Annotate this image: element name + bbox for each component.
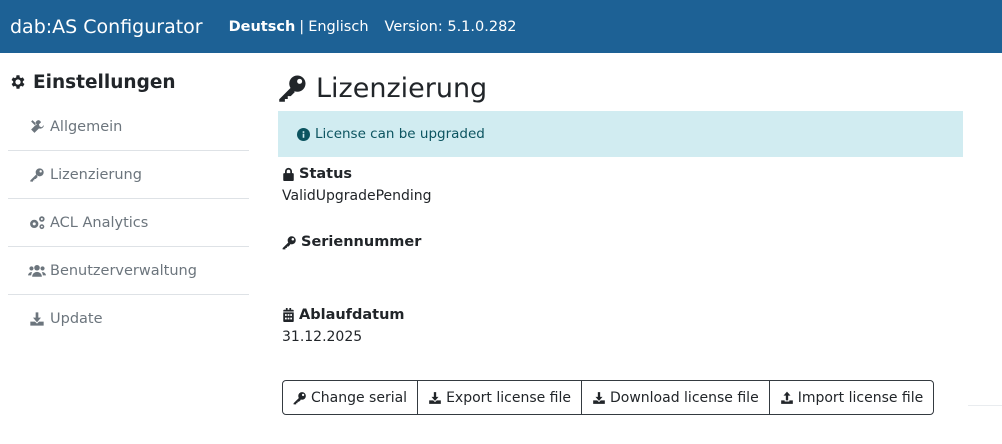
download-license-button[interactable]: Download license file xyxy=(582,381,770,414)
sidebar-title: Einstellungen xyxy=(8,68,249,96)
sidebar-item-label: Allgemein xyxy=(50,118,123,135)
status-value: ValidUpgradePending xyxy=(282,188,432,204)
expiry-value: 31.12.2025 xyxy=(282,329,363,345)
info-icon xyxy=(297,127,310,141)
sidebar-item-label: Benutzerverwaltung xyxy=(50,262,197,279)
top-navbar: dab:AS Configurator Deutsch | Englisch V… xyxy=(0,0,1002,53)
sidebar-item-label: ACL Analytics xyxy=(50,214,149,231)
sidebar-item-lizenzierung[interactable]: Lizenzierung xyxy=(8,151,249,199)
download-icon xyxy=(593,391,605,404)
import-license-button[interactable]: Import license file xyxy=(769,381,934,414)
sidebar-item-allgemein[interactable]: Allgemein xyxy=(8,103,249,151)
sidebar-item-benutzerverwaltung[interactable]: Benutzerverwaltung xyxy=(8,247,249,295)
sidebar: Einstellungen Allgemein Lizenzierung ACL… xyxy=(8,68,249,343)
lang-deutsch-link[interactable]: Deutsch xyxy=(229,19,296,35)
cogs-icon xyxy=(28,214,46,232)
page-title: Lizenzierung xyxy=(278,68,968,108)
download-icon xyxy=(28,310,46,328)
license-alert: License can be upgraded xyxy=(278,111,963,157)
serial-value xyxy=(282,256,968,276)
download-icon xyxy=(429,391,441,404)
key-icon xyxy=(279,75,306,102)
calendar-icon xyxy=(283,308,294,322)
expiry-label: Ablaufdatum xyxy=(282,305,968,325)
export-license-button[interactable]: Export license file xyxy=(418,381,582,414)
divider xyxy=(968,405,1002,406)
sidebar-item-update[interactable]: Update xyxy=(8,295,249,343)
status-field: Status ValidUpgradePending xyxy=(282,164,968,208)
key-icon xyxy=(293,391,306,404)
users-icon xyxy=(28,262,46,280)
status-label: Status xyxy=(282,164,968,184)
change-serial-button[interactable]: Change serial xyxy=(283,381,419,414)
app-brand[interactable]: dab:AS Configurator xyxy=(10,16,203,38)
main-content: Lizenzierung License can be upgraded Sta… xyxy=(278,68,968,349)
sidebar-item-label: Lizenzierung xyxy=(50,166,142,183)
lang-englisch-link[interactable]: Englisch xyxy=(308,19,368,35)
serial-label: Seriennummer xyxy=(282,232,968,252)
tools-icon xyxy=(28,118,46,136)
gear-icon xyxy=(11,75,25,89)
sidebar-item-label: Update xyxy=(50,311,103,327)
lock-icon xyxy=(283,167,294,181)
serial-field: Seriennummer xyxy=(282,232,968,276)
lang-separator: | xyxy=(299,18,305,35)
page-title-text: Lizenzierung xyxy=(316,72,488,104)
upload-icon xyxy=(780,391,793,404)
sidebar-item-acl-analytics[interactable]: ACL Analytics xyxy=(8,199,249,247)
version-label: Version: 5.1.0.282 xyxy=(384,18,517,35)
key-icon xyxy=(282,235,296,249)
expiry-field: Ablaufdatum 31.12.2025 xyxy=(282,305,968,349)
license-button-group: Change serial Export license file Downlo… xyxy=(282,380,935,415)
key-icon xyxy=(28,166,46,184)
language-switcher: Deutsch | Englisch xyxy=(229,19,369,35)
sidebar-title-text: Einstellungen xyxy=(33,71,176,93)
alert-text: License can be upgraded xyxy=(315,126,485,142)
